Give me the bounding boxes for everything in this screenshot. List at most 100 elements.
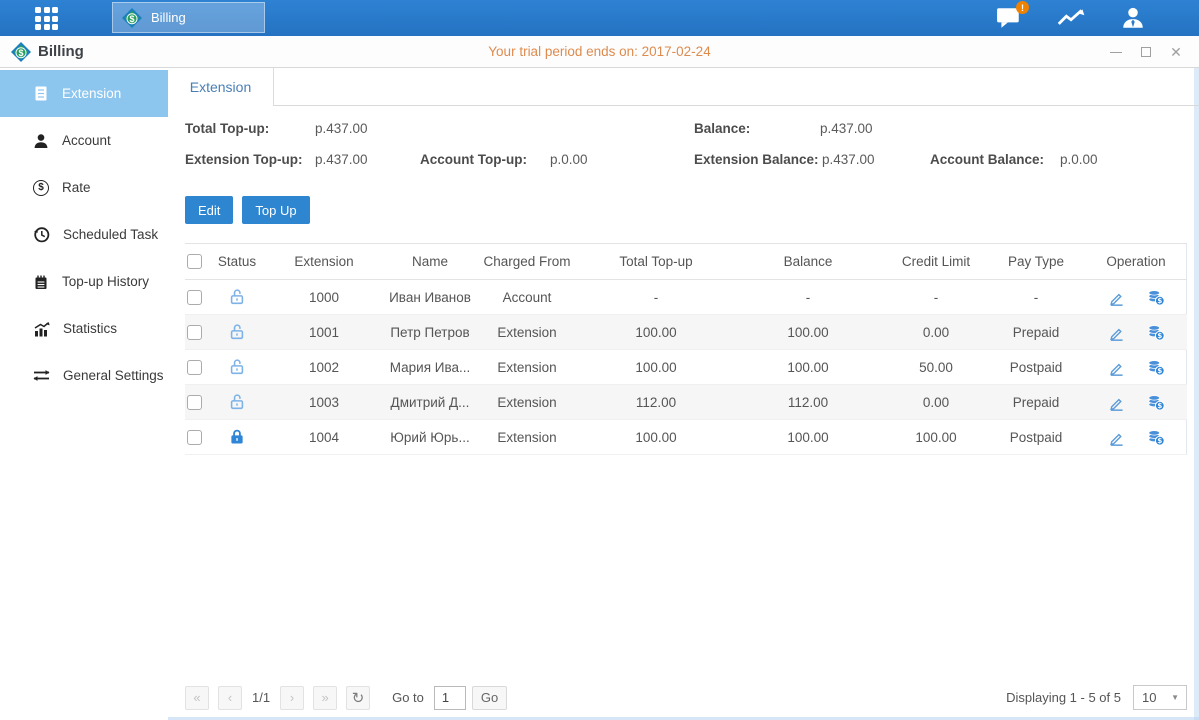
cell-charged-from: Extension xyxy=(473,350,581,385)
cell-pay-type: Postpaid xyxy=(987,420,1085,455)
cell-charged-from: Account xyxy=(473,280,581,315)
coins-icon[interactable]: $ xyxy=(1147,429,1165,446)
cell-credit-limit: 0.00 xyxy=(885,315,987,350)
col-extension: Extension xyxy=(261,244,387,280)
goto-page-input[interactable] xyxy=(434,686,466,710)
row-checkbox[interactable] xyxy=(187,290,202,305)
billing-window: $ Billing ! xyxy=(0,0,1199,720)
cell-extension: 1003 xyxy=(261,385,387,420)
col-credit-limit: Credit Limit xyxy=(885,244,987,280)
cell-charged-from: Extension xyxy=(473,315,581,350)
tab-extension[interactable]: Extension xyxy=(168,68,274,106)
refresh-icon[interactable]: ↻ xyxy=(346,686,370,710)
statistics-icon xyxy=(33,321,50,337)
svg-text:$: $ xyxy=(1157,402,1162,410)
lock-icon xyxy=(228,428,246,446)
user-icon[interactable] xyxy=(1119,5,1147,31)
row-checkbox[interactable] xyxy=(187,325,202,340)
pencil-icon[interactable] xyxy=(1107,359,1125,376)
cell-extension: 1000 xyxy=(261,280,387,315)
cell-total-topup: 112.00 xyxy=(581,385,731,420)
balance-label: Balance: xyxy=(694,121,750,136)
coins-icon[interactable]: $ xyxy=(1147,289,1165,306)
top-up-button[interactable]: Top Up xyxy=(242,196,309,224)
cell-pay-type: Postpaid xyxy=(987,350,1085,385)
close-icon[interactable]: ✕ xyxy=(1169,45,1183,59)
table-row: 1004 Юрий Юрь... Extension 100.00 100.00… xyxy=(185,420,1187,455)
page-indicator: 1/1 xyxy=(252,690,270,705)
unlock-icon xyxy=(228,323,246,341)
cell-pay-type: Prepaid xyxy=(987,385,1085,420)
extension-table: Status Extension Name Charged From Total… xyxy=(185,243,1187,455)
sidebar-item-extension[interactable]: Extension xyxy=(0,70,168,117)
svg-text:$: $ xyxy=(1157,437,1162,445)
sidebar-item-statistics[interactable]: Statistics xyxy=(0,305,168,352)
extension-table-body: 1000 Иван Иванов Account - - - - xyxy=(185,280,1187,455)
page-size-select[interactable]: 10 ▼ xyxy=(1133,685,1187,710)
general-settings-icon xyxy=(33,368,50,383)
account-balance-value: p.0.00 xyxy=(1060,152,1098,167)
cell-total-topup: - xyxy=(581,280,731,315)
account-icon xyxy=(33,133,49,149)
cell-extension: 1004 xyxy=(261,420,387,455)
cell-extension: 1001 xyxy=(261,315,387,350)
extension-topup-value: p.437.00 xyxy=(315,152,368,167)
row-checkbox[interactable] xyxy=(187,430,202,445)
cell-balance: 112.00 xyxy=(731,385,885,420)
table-row: 1000 Иван Иванов Account - - - - xyxy=(185,280,1187,315)
first-page-button[interactable]: « xyxy=(185,686,209,710)
cell-name: Петр Петров xyxy=(387,315,473,350)
taskbar-tab-label: Billing xyxy=(151,10,186,25)
extension-topup-label: Extension Top-up: xyxy=(185,152,303,167)
pencil-icon[interactable] xyxy=(1107,289,1125,306)
svg-text:$: $ xyxy=(1157,367,1162,375)
window-title: $ Billing xyxy=(14,43,84,60)
topup-history-icon xyxy=(33,274,49,290)
prev-page-button[interactable]: ‹ xyxy=(218,686,242,710)
content-panel: Extension Total Top-up: p.437.00 Balance… xyxy=(168,68,1199,720)
cell-credit-limit: 0.00 xyxy=(885,385,987,420)
chevron-down-icon: ▼ xyxy=(1171,693,1179,702)
cell-charged-from: Extension xyxy=(473,420,581,455)
table-row: 1003 Дмитрий Д... Extension 112.00 112.0… xyxy=(185,385,1187,420)
apps-grid-icon[interactable] xyxy=(35,7,59,30)
billing-app-icon: $ xyxy=(122,8,142,28)
col-charged-from: Charged From xyxy=(473,244,581,280)
edit-button[interactable]: Edit xyxy=(185,196,233,224)
sidebar-item-scheduled-task[interactable]: Scheduled Task xyxy=(0,211,168,258)
last-page-button[interactable]: » xyxy=(313,686,337,710)
row-checkbox[interactable] xyxy=(187,395,202,410)
table-row: 1002 Мария Ива... Extension 100.00 100.0… xyxy=(185,350,1187,385)
col-name: Name xyxy=(387,244,473,280)
maximize-icon[interactable] xyxy=(1139,45,1153,59)
sidebar-item-topup-history[interactable]: Top-up History xyxy=(0,258,168,305)
line-chart-icon[interactable] xyxy=(1057,5,1085,31)
billing-logo-icon: $ xyxy=(11,42,31,62)
go-button[interactable]: Go xyxy=(472,686,507,710)
sidebar-item-general-settings[interactable]: General Settings xyxy=(0,352,168,399)
taskbar-tab-billing[interactable]: $ Billing xyxy=(112,2,265,33)
messages-icon[interactable]: ! xyxy=(995,5,1023,31)
coins-icon[interactable]: $ xyxy=(1147,359,1165,376)
cell-name: Юрий Юрь... xyxy=(387,420,473,455)
col-operation: Operation xyxy=(1085,244,1187,280)
next-page-button[interactable]: › xyxy=(280,686,304,710)
summary-stats: Total Top-up: p.437.00 Balance: p.437.00… xyxy=(168,121,1199,176)
coins-icon[interactable]: $ xyxy=(1147,324,1165,341)
cell-name: Дмитрий Д... xyxy=(387,385,473,420)
select-all-checkbox[interactable] xyxy=(187,254,202,269)
col-pay-type: Pay Type xyxy=(987,244,1085,280)
row-checkbox[interactable] xyxy=(187,360,202,375)
cell-credit-limit: 100.00 xyxy=(885,420,987,455)
window-titlebar: $ Billing Your trial period ends on: 201… xyxy=(0,36,1199,68)
cell-name: Иван Иванов xyxy=(387,280,473,315)
coins-icon[interactable]: $ xyxy=(1147,394,1165,411)
pencil-icon[interactable] xyxy=(1107,324,1125,341)
sidebar-item-rate[interactable]: $ Rate xyxy=(0,164,168,211)
pencil-icon[interactable] xyxy=(1107,429,1125,446)
sidebar-item-account[interactable]: Account xyxy=(0,117,168,164)
minimize-icon[interactable] xyxy=(1109,45,1123,59)
pagination-bar: « ‹ 1/1 › » ↻ Go to Go Displaying 1 - 5 … xyxy=(185,684,1187,711)
cell-extension: 1002 xyxy=(261,350,387,385)
pencil-icon[interactable] xyxy=(1107,394,1125,411)
